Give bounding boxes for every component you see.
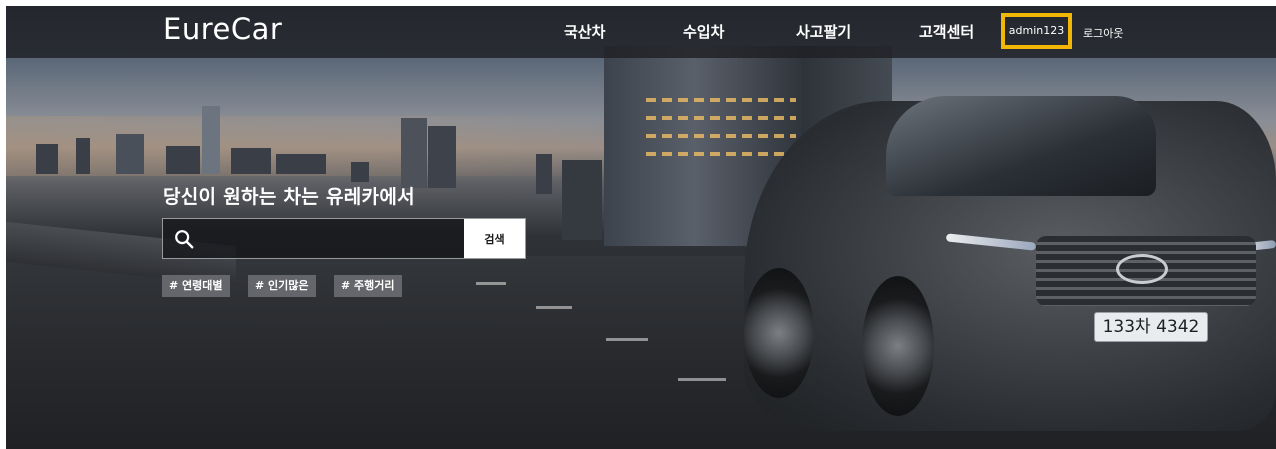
tag-popular[interactable]: # 인기많은 — [248, 275, 316, 297]
car-wheel-front — [744, 268, 814, 398]
page-frame: 133차 4342 EureCar 국산차 수입차 사고팔기 고객센터 admi… — [6, 6, 1276, 449]
logout-link[interactable]: 로그아웃 — [1083, 25, 1123, 41]
user-id-highlight[interactable]: admin123 — [1001, 13, 1072, 49]
nav-item-buy-sell[interactable]: 사고팔기 — [796, 21, 851, 42]
car-emblem-icon — [1116, 254, 1168, 284]
username-label: admin123 — [1008, 24, 1065, 37]
car-wheel-middle — [862, 276, 934, 416]
brand-logo[interactable]: EureCar — [163, 12, 282, 46]
tag-mileage[interactable]: # 주행거리 — [334, 275, 402, 297]
car-license-plate: 133차 4342 — [1094, 312, 1208, 342]
tag-by-age[interactable]: # 연령대별 — [162, 275, 230, 297]
car-windshield — [886, 96, 1156, 196]
nav-item-customer-center[interactable]: 고객센터 — [919, 21, 974, 42]
search-icon — [175, 230, 194, 249]
search-button[interactable]: 검색 — [464, 219, 525, 258]
nav-item-imported[interactable]: 수입차 — [683, 21, 724, 42]
hero-headline: 당신이 원하는 차는 유레카에서 — [163, 186, 415, 208]
nav-item-domestic[interactable]: 국산차 — [564, 21, 605, 42]
top-navigation: EureCar 국산차 수입차 사고팔기 고객센터 admin123 로그아웃 — [6, 6, 1276, 58]
search-bar: 검색 — [162, 218, 526, 259]
search-input[interactable] — [203, 223, 467, 255]
